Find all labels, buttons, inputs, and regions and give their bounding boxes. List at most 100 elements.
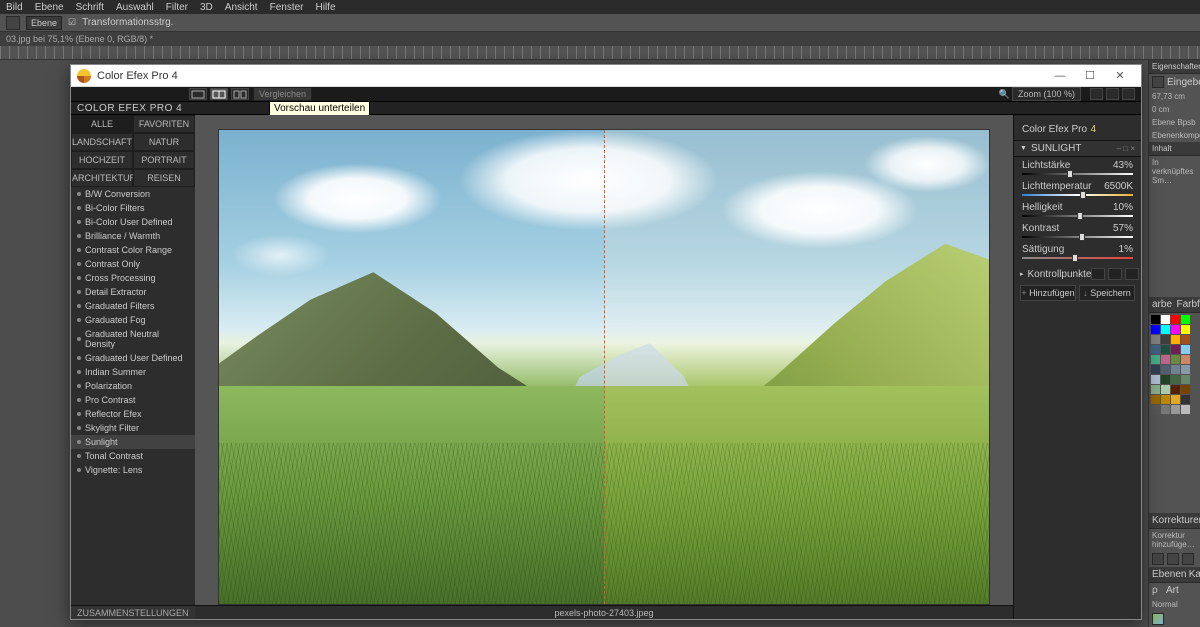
filter-item[interactable]: Contrast Only <box>71 257 195 271</box>
swatch[interactable] <box>1171 365 1180 374</box>
swatch[interactable] <box>1181 325 1190 334</box>
menu-auswahl[interactable]: Auswahl <box>116 2 154 13</box>
swatches-tabs[interactable]: arbe Farbfelder <box>1149 297 1200 313</box>
reset-points-icon[interactable] <box>1125 268 1139 280</box>
menu-ansicht[interactable]: Ansicht <box>225 2 258 13</box>
filter-item[interactable]: Polarization <box>71 379 195 393</box>
swatch[interactable] <box>1151 315 1160 324</box>
swatches-grid[interactable] <box>1149 313 1200 416</box>
slider-thumb[interactable] <box>1080 191 1086 199</box>
category-portrait[interactable]: PORTRAIT <box>133 151 195 169</box>
slider-thumb[interactable] <box>1077 212 1083 220</box>
layer-thumb[interactable] <box>1152 613 1164 625</box>
swatch[interactable] <box>1161 345 1170 354</box>
recipes-section[interactable]: ZUSAMMENSTELLUNGEN <box>71 605 195 619</box>
swatch[interactable] <box>1181 355 1190 364</box>
swatch[interactable] <box>1171 335 1180 344</box>
swatch[interactable] <box>1181 395 1190 404</box>
slider-thumb[interactable] <box>1079 233 1085 241</box>
menu-3d[interactable]: 3D <box>200 2 213 13</box>
category-favoriten[interactable]: FAVORITEN <box>133 115 195 133</box>
swatch[interactable] <box>1171 405 1180 414</box>
category-landschaft[interactable]: LANDSCHAFT <box>71 133 133 151</box>
add-point-icon[interactable] <box>1091 268 1105 280</box>
menu-fenster[interactable]: Fenster <box>270 2 304 13</box>
view-sidebyside-button[interactable] <box>231 88 249 100</box>
slider-track[interactable] <box>1022 173 1133 175</box>
filter-item[interactable]: Skylight Filter <box>71 421 195 435</box>
filter-item[interactable]: Graduated Filters <box>71 299 195 313</box>
filter-item[interactable]: Sunlight <box>71 435 195 449</box>
swatch[interactable] <box>1181 315 1190 324</box>
menu-filter[interactable]: Filter <box>166 2 188 13</box>
split-divider[interactable] <box>604 130 605 604</box>
swatch[interactable] <box>1171 325 1180 334</box>
category-alle[interactable]: ALLE <box>71 115 133 133</box>
filter-item[interactable]: Contrast Color Range <box>71 243 195 257</box>
swatch[interactable] <box>1161 375 1170 384</box>
minimize-button[interactable]: — <box>1045 67 1075 85</box>
swatch[interactable] <box>1181 405 1190 414</box>
filter-item[interactable]: Bi-Color User Defined <box>71 215 195 229</box>
menu-bild[interactable]: Bild <box>6 2 23 13</box>
swatch[interactable] <box>1151 325 1160 334</box>
slider-track[interactable] <box>1022 194 1133 196</box>
swatch[interactable] <box>1181 375 1190 384</box>
filter-item[interactable]: Graduated Neutral Density <box>71 327 195 351</box>
category-architektur[interactable]: ARCHITEKTUR <box>71 169 133 187</box>
swatch[interactable] <box>1181 335 1190 344</box>
filter-item[interactable]: Brilliance / Warmth <box>71 229 195 243</box>
swatch[interactable] <box>1151 345 1160 354</box>
filter-item[interactable]: B/W Conversion <box>71 187 195 201</box>
swatch[interactable] <box>1151 355 1160 364</box>
filter-item[interactable]: Pro Contrast <box>71 393 195 407</box>
document-tab[interactable]: 03.jpg bei 75,1% (Ebene 0, RGB/8) * <box>0 32 1200 46</box>
swatch[interactable] <box>1151 375 1160 384</box>
save-recipe-button[interactable]: Speichern <box>1079 285 1135 301</box>
swatch[interactable] <box>1161 395 1170 404</box>
swatch[interactable] <box>1171 395 1180 404</box>
slider-track[interactable] <box>1022 257 1133 259</box>
menu-schrift[interactable]: Schrift <box>76 2 104 13</box>
menu-hilfe[interactable]: Hilfe <box>316 2 336 13</box>
layer-select[interactable]: Ebene <box>26 16 62 30</box>
slider-track[interactable] <box>1022 236 1133 238</box>
swatch[interactable] <box>1171 375 1180 384</box>
category-natur[interactable]: NATUR <box>133 133 195 151</box>
tool-icon[interactable] <box>6 16 20 30</box>
swatch[interactable] <box>1171 315 1180 324</box>
swatch[interactable] <box>1161 405 1170 414</box>
menu-ebene[interactable]: Ebene <box>35 2 64 13</box>
dialog-titlebar[interactable]: Color Efex Pro 4 — ☐ ✕ <box>71 65 1141 87</box>
filter-item[interactable]: Graduated Fog <box>71 313 195 327</box>
swatch[interactable] <box>1161 355 1170 364</box>
swatch[interactable] <box>1151 385 1160 394</box>
close-button[interactable]: ✕ <box>1105 67 1135 85</box>
compare-button[interactable]: Vergleichen <box>253 87 312 101</box>
filter-section-header[interactable]: ▼SUNLIGHT – □ × <box>1014 140 1141 157</box>
swatch[interactable] <box>1181 345 1190 354</box>
filter-item[interactable]: Vignette: Lens <box>71 463 195 477</box>
view-single-button[interactable] <box>189 88 207 100</box>
filter-item[interactable]: Cross Processing <box>71 271 195 285</box>
swatch[interactable] <box>1161 325 1170 334</box>
control-points-row[interactable]: ▸Kontrollpunkte <box>1014 266 1141 282</box>
settings-icon[interactable] <box>1106 88 1119 100</box>
filter-item[interactable]: Indian Summer <box>71 365 195 379</box>
swatch[interactable] <box>1161 385 1170 394</box>
swatch[interactable] <box>1151 365 1160 374</box>
swatch[interactable] <box>1161 365 1170 374</box>
preview-canvas[interactable]: pexels-photo-27403.jpeg <box>195 115 1013 619</box>
filter-item[interactable]: Reflector Efex <box>71 407 195 421</box>
swatch[interactable] <box>1151 405 1160 414</box>
filter-item[interactable]: Tonal Contrast <box>71 449 195 463</box>
slider-thumb[interactable] <box>1067 170 1073 178</box>
help-icon[interactable] <box>1122 88 1135 100</box>
view-split-button[interactable] <box>210 88 228 100</box>
swatch[interactable] <box>1171 345 1180 354</box>
filter-item[interactable]: Bi-Color Filters <box>71 201 195 215</box>
remove-point-icon[interactable] <box>1108 268 1122 280</box>
swatch[interactable] <box>1161 335 1170 344</box>
slider-track[interactable] <box>1022 215 1133 217</box>
swatch[interactable] <box>1171 385 1180 394</box>
